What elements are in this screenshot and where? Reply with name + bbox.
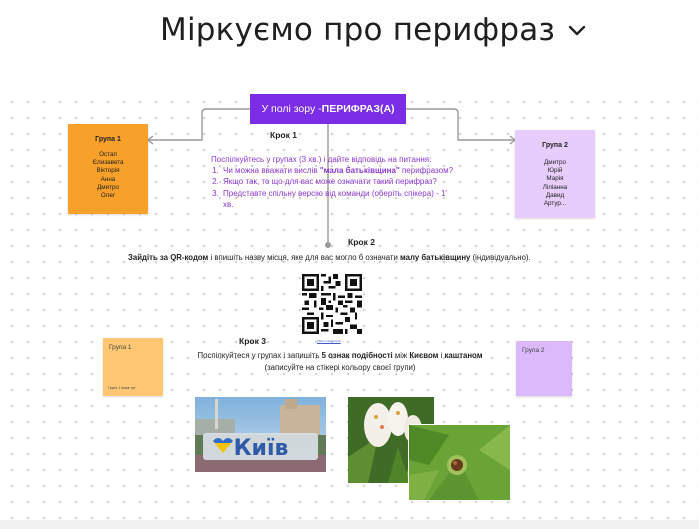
step-1-label: Крок 1: [270, 130, 297, 140]
chestnut-fruit-photo[interactable]: [408, 424, 511, 501]
step-2-label: Крок 2: [348, 237, 375, 247]
name-item: Анна: [100, 175, 116, 183]
banner-prefix: У полі зору -: [261, 103, 322, 115]
kyiv-sign-photo[interactable]: Київ: [195, 397, 326, 472]
qr-link[interactable]: https://example: [317, 339, 341, 343]
sticky-title: Група 2: [522, 347, 545, 354]
qr-code-icon[interactable]: [302, 274, 362, 334]
name-item: Олег: [100, 192, 116, 200]
group-2-names: Дмитро Юрій Марія Ліліанна Давид Артур..…: [515, 159, 595, 208]
bottom-bar: [0, 520, 699, 529]
name-item: Давид: [545, 191, 565, 199]
question-1: Чи можна вважати вислів "мала батьківщин…: [221, 165, 459, 176]
group-1-names: Остап Єлизавета Вікторія Анна Дмитро Оле…: [68, 151, 148, 200]
name-item: Остап: [99, 151, 117, 158]
question-3: Представте спільну версію від команди (о…: [221, 188, 459, 210]
question-2: Якщо так, то що для вас може означати та…: [221, 176, 459, 187]
sticky-title: Група 1: [95, 136, 121, 143]
kyiv-sign-text: Київ: [234, 436, 289, 461]
step-1-questions[interactable]: Поспілкуйтесь у групах (3 хв.) і дайте в…: [211, 154, 459, 210]
sticky-note-group-2-answers[interactable]: Група 2: [516, 341, 572, 396]
sticky-note-group-2[interactable]: Група 2 Дмитро Юрій Марія Ліліанна Давид…: [515, 130, 595, 218]
name-item: Марія: [546, 175, 564, 183]
sticky-small-text: Група 1 пише тут: [108, 386, 136, 390]
name-item: Дмитро: [97, 183, 119, 191]
step-2-instruction: Зайдіть за QR-кодом і впишіть назву місц…: [128, 253, 531, 262]
banner-topic: ПЕРИФРАЗ(А): [321, 103, 395, 115]
name-item: Артур...: [543, 200, 567, 208]
sticky-note-group-1-answers[interactable]: Група 1 Група 1 пише тут: [103, 338, 163, 396]
step-3-instruction: Поспілкуйтеся у групах і запишіть 5 озна…: [197, 351, 483, 372]
topic-banner[interactable]: У полі зору - ПЕРИФРАЗ(А): [250, 94, 406, 124]
name-item: Дмитро: [544, 159, 566, 166]
sticky-title: Група 2: [542, 142, 568, 149]
name-item: Вікторія: [96, 167, 120, 175]
name-item: Ліліанна: [542, 183, 568, 191]
sticky-note-group-1[interactable]: Група 1 Остап Єлизавета Вікторія Анна Дм…: [68, 124, 148, 214]
sticky-title: Група 1: [109, 344, 132, 351]
step-1-intro: Поспілкуйтесь у групах (3 хв.) і дайте в…: [211, 155, 432, 164]
step-3-label: Крок 3: [239, 336, 266, 346]
